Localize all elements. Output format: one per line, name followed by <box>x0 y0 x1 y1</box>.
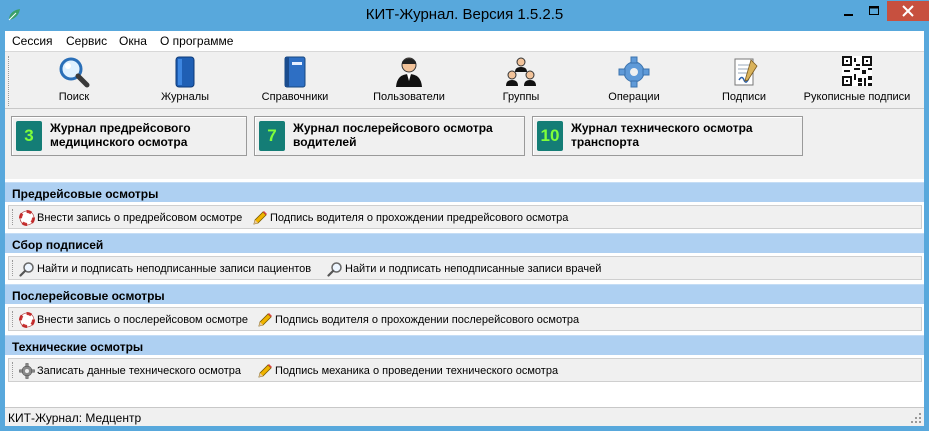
journal-label: Журнал предрейсового медицинского осмотр… <box>50 121 191 149</box>
section-header-pre-trip[interactable]: Предрейсовые осмотры <box>5 182 924 203</box>
section-toolbar-post-trip: Внести запись о послерейсовом осмотре По… <box>5 304 924 334</box>
toolbar-references-button[interactable]: Справочники <box>257 56 333 106</box>
toolbar-groups-button[interactable]: Группы <box>495 56 547 106</box>
toolbar-users-button[interactable]: Пользователи <box>367 56 451 106</box>
pencil-icon <box>258 364 272 378</box>
menu-session[interactable]: Сессия <box>12 34 53 48</box>
magnifier-icon <box>59 57 90 88</box>
section-title: Послерейсовые осмотры <box>12 289 165 303</box>
search-icon <box>327 262 342 277</box>
lifebuoy-icon <box>19 210 35 226</box>
toolbar-signatures-button[interactable]: Подписи <box>717 56 771 106</box>
lifebuoy-icon <box>19 312 35 328</box>
menu-service[interactable]: Сервис <box>66 34 107 48</box>
toolbar-label: Поиск <box>58 91 90 103</box>
reference-book-icon <box>284 56 306 88</box>
section-title: Технические осмотры <box>12 340 144 354</box>
section-title: Сбор подписей <box>12 238 104 252</box>
status-text: КИТ-Журнал: Медцентр <box>8 411 142 425</box>
journal-shortcuts: 3 Журнал предрейсового медицинского осмо… <box>5 110 924 178</box>
close-icon <box>902 5 914 17</box>
journal-number-badge: 3 <box>16 121 42 151</box>
gear-icon <box>19 363 35 379</box>
title-bar[interactable]: КИТ-Журнал. Версия 1.5.2.5 <box>0 0 929 31</box>
toolbar-grip[interactable] <box>12 260 15 276</box>
toolbar-journals-button[interactable]: Журналы <box>155 56 215 106</box>
toolbar-grip[interactable] <box>12 209 15 225</box>
toolbar-label: Подписи <box>722 91 766 103</box>
section-header-technical[interactable]: Технические осмотры <box>5 335 924 356</box>
maximize-icon <box>869 6 879 15</box>
toolbar-label: Пользователи <box>373 91 445 103</box>
toolbar-label: Журналы <box>160 91 210 103</box>
close-button[interactable] <box>887 1 929 21</box>
toolbar-grip[interactable] <box>12 311 15 327</box>
toolbar-grip[interactable] <box>8 56 11 106</box>
journal-number-badge: 10 <box>537 121 563 151</box>
minimize-icon <box>844 14 853 16</box>
menu-windows[interactable]: Окна <box>119 34 147 48</box>
resize-grip-icon[interactable] <box>910 412 922 424</box>
sections-panel: Предрейсовые осмотры Внести запись о пре… <box>5 179 924 407</box>
journal-post-trip-drivers-button[interactable]: 7 Журнал послерейсового осмотра водителе… <box>254 116 525 156</box>
journal-technical-inspection-button[interactable]: 10 Журнал технического осмотра транспорт… <box>532 116 803 156</box>
toolbar-label: Справочники <box>261 91 329 103</box>
menu-about[interactable]: О программе <box>160 34 233 48</box>
pencil-icon <box>253 211 267 225</box>
toolbar-handwritten-signatures-button[interactable]: Рукописные подписи <box>801 56 913 106</box>
toolbar-label: Рукописные подписи <box>803 91 911 103</box>
pencil-icon <box>258 313 272 327</box>
user-icon <box>396 57 422 87</box>
journal-label: Журнал технического осмотра транспорта <box>571 121 753 149</box>
section-toolbar-pre-trip: Внести запись о предрейсовом осмотре Под… <box>5 202 924 232</box>
toolbar-search-button[interactable]: Поиск <box>45 56 103 106</box>
status-bar: КИТ-Журнал: Медцентр <box>5 407 924 426</box>
window-title: КИТ-Журнал. Версия 1.5.2.5 <box>365 6 564 23</box>
client-area: Сессия Сервис Окна О программе Поиск Жур… <box>5 31 924 426</box>
section-title: Предрейсовые осмотры <box>12 187 159 201</box>
section-header-signatures[interactable]: Сбор подписей <box>5 233 924 254</box>
journal-pre-trip-medical-button[interactable]: 3 Журнал предрейсового медицинского осмо… <box>11 116 247 156</box>
section-toolbar-signatures: Найти и подписать неподписанные записи п… <box>5 253 924 283</box>
menu-bar: Сессия Сервис Окна О программе <box>5 31 924 51</box>
minimize-button[interactable] <box>835 1 861 21</box>
toolbar-operations-button[interactable]: Операции <box>603 56 665 106</box>
maximize-button[interactable] <box>861 1 887 21</box>
gear-icon <box>618 56 650 88</box>
section-toolbar-technical: Записать данные технического осмотра Под… <box>5 355 924 385</box>
toolbar-grip[interactable] <box>12 362 15 378</box>
app-window: КИТ-Журнал. Версия 1.5.2.5 Сессия Сервис… <box>0 0 929 431</box>
main-toolbar: Поиск Журналы Справочники Пользователи Г… <box>5 51 924 109</box>
section-header-post-trip[interactable]: Послерейсовые осмотры <box>5 284 924 305</box>
journal-label: Журнал послерейсового осмотра водителей <box>293 121 493 149</box>
journal-book-icon <box>175 56 195 88</box>
signature-icon <box>734 58 758 86</box>
journal-number-badge: 7 <box>259 121 285 151</box>
group-icon <box>506 57 536 86</box>
toolbar-label: Группы <box>502 91 540 103</box>
search-icon <box>19 262 34 277</box>
qr-code-icon <box>842 56 872 86</box>
toolbar-label: Операции <box>608 91 660 103</box>
